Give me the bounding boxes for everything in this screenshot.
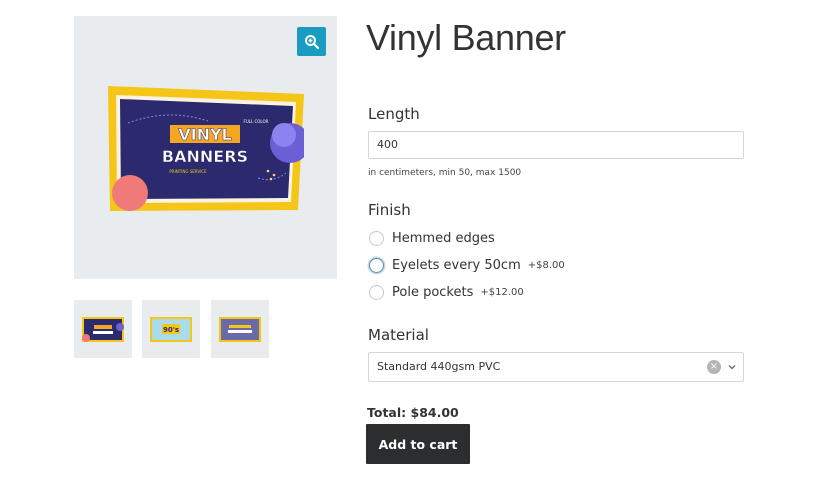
banner-tag: FULL COLOR bbox=[244, 119, 269, 124]
chevron-down-icon[interactable] bbox=[727, 362, 737, 372]
length-input[interactable]: 400 bbox=[368, 131, 744, 159]
thumbnail-2-image: 90's bbox=[150, 317, 192, 342]
finish-option-price: +$12.00 bbox=[480, 287, 524, 298]
material-select[interactable]: Standard 440gsm PVC × bbox=[368, 352, 744, 382]
banner-text-line2: BANNERS bbox=[162, 147, 248, 166]
thumbnail-1-image bbox=[82, 317, 124, 342]
finish-option-label: Pole pockets bbox=[392, 285, 474, 300]
length-label: Length bbox=[368, 105, 420, 123]
zoom-button[interactable] bbox=[297, 27, 326, 56]
finish-option-eyelets[interactable]: Eyelets every 50cm +$8.00 bbox=[369, 258, 565, 273]
banner-text-line1: VINYL bbox=[178, 125, 232, 144]
banner-sub: PRINTING SERVICE bbox=[169, 169, 207, 174]
add-to-cart-button[interactable]: Add to cart bbox=[366, 424, 470, 464]
product-title: Vinyl Banner bbox=[366, 17, 566, 58]
vinyl-banner-image: VINYL BANNERS FULL COLOR PRINTING SERVIC… bbox=[108, 86, 304, 211]
radio-button[interactable] bbox=[369, 285, 384, 300]
length-hint: in centimeters, min 50, max 1500 bbox=[368, 168, 522, 178]
total-price: Total: $84.00 bbox=[367, 405, 459, 420]
radio-button[interactable] bbox=[369, 258, 384, 273]
radio-button[interactable] bbox=[369, 231, 384, 246]
magnifier-plus-icon bbox=[304, 34, 319, 49]
finish-option-label: Hemmed edges bbox=[392, 231, 495, 246]
material-selected-value: Standard 440gsm PVC bbox=[377, 360, 501, 373]
thumbnail-2[interactable]: 90's bbox=[142, 300, 200, 358]
finish-option-hemmed-edges[interactable]: Hemmed edges bbox=[369, 231, 495, 246]
finish-label: Finish bbox=[368, 201, 411, 219]
finish-option-price: +$8.00 bbox=[527, 260, 565, 271]
finish-option-pole-pockets[interactable]: Pole pockets +$12.00 bbox=[369, 285, 524, 300]
finish-option-label: Eyelets every 50cm bbox=[392, 258, 521, 273]
thumbnail-2-text: 90's bbox=[163, 326, 179, 334]
material-label: Material bbox=[368, 326, 429, 344]
clear-icon[interactable]: × bbox=[707, 360, 721, 374]
thumbnail-3[interactable] bbox=[211, 300, 269, 358]
thumbnail-3-image bbox=[219, 317, 261, 342]
thumbnail-1[interactable] bbox=[74, 300, 132, 358]
